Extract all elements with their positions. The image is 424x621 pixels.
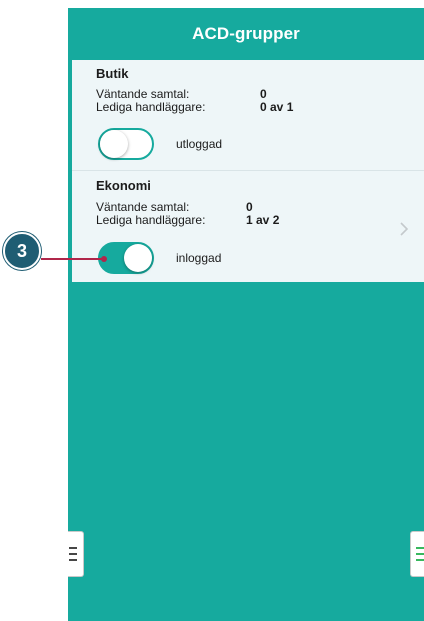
callout-badge: 3 (3, 232, 41, 270)
chevron-right-icon[interactable] (396, 220, 412, 238)
acd-group-list: Butik Väntande samtal: 0 Lediga handlägg… (72, 60, 424, 282)
toggle-knob (124, 244, 152, 272)
callout-line (41, 258, 105, 260)
toggle-status-label: utloggad (176, 137, 223, 151)
waiting-calls-row: Väntande samtal: 0 (96, 200, 253, 214)
available-agents-label: Lediga handläggare: (96, 213, 206, 227)
menu-icon (69, 547, 77, 561)
available-agents-row: Lediga handläggare: 0 av 1 (96, 100, 293, 114)
list-item-butik[interactable]: Butik Väntande samtal: 0 Lediga handlägg… (72, 60, 424, 171)
group-name: Butik (96, 66, 129, 81)
waiting-calls-value: 0 (260, 87, 267, 101)
app-screen: ACD-grupper Butik Väntande samtal: 0 Led… (68, 8, 424, 621)
login-toggle[interactable] (98, 128, 154, 160)
waiting-calls-row: Väntande samtal: 0 (96, 87, 267, 101)
toggle-knob (100, 130, 128, 158)
page-title: ACD-grupper (192, 24, 300, 43)
list-item-ekonomi[interactable]: Ekonomi Väntande samtal: 0 Lediga handlä… (72, 170, 424, 282)
left-menu-tab[interactable] (68, 531, 84, 577)
available-agents-value: 0 av 1 (260, 100, 294, 114)
available-agents-row: Lediga handläggare: 1 av 2 (96, 213, 279, 227)
callout-pointer (101, 256, 107, 262)
right-menu-tab[interactable] (410, 531, 424, 577)
waiting-calls-value: 0 (246, 200, 253, 214)
toggle-status-label: inloggad (176, 251, 222, 265)
menu-icon (416, 547, 424, 561)
available-agents-value: 1 av 2 (246, 213, 280, 227)
waiting-calls-label: Väntande samtal: (96, 200, 190, 214)
waiting-calls-label: Väntande samtal: (96, 87, 190, 101)
group-name: Ekonomi (96, 178, 151, 193)
available-agents-label: Lediga handläggare: (96, 100, 206, 114)
